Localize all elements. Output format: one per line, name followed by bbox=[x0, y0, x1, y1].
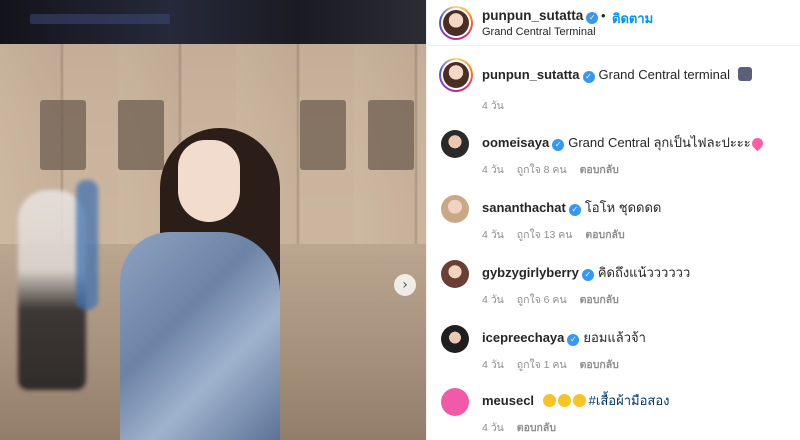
reply-button[interactable]: ตอบกลับ bbox=[580, 164, 619, 176]
terminal-window bbox=[40, 100, 86, 170]
follow-button[interactable]: ติดตาม bbox=[612, 8, 653, 29]
heart-eyes-icon bbox=[542, 393, 587, 408]
comment-likes[interactable]: ถูกใจ 1 คน bbox=[517, 359, 567, 371]
comment-text: Grand Central ลุกเป็นไฟละปะะะ bbox=[568, 135, 751, 150]
comment-meta: 4 วัน ตอบกลับ bbox=[482, 419, 566, 436]
comment-time: 4 วัน bbox=[482, 229, 504, 241]
comment-username[interactable]: sananthachat bbox=[482, 200, 566, 215]
verified-icon: ✓ bbox=[552, 139, 565, 151]
avatar[interactable] bbox=[441, 325, 469, 353]
comment-meta: 4 วัน ถูกใจ 6 คน ตอบกลับ bbox=[482, 291, 629, 308]
comment-meta: 4 วัน ถูกใจ 8 คน ตอบกลับ bbox=[482, 161, 629, 178]
verified-icon: ✓ bbox=[582, 71, 595, 83]
comment-text: โอโห ชุดดดด bbox=[584, 200, 662, 215]
avatar[interactable] bbox=[441, 388, 469, 416]
verified-icon: ✓ bbox=[567, 334, 580, 346]
terminal-window bbox=[118, 100, 164, 170]
comment-text: คิดถึงแน้วววววว bbox=[597, 265, 691, 280]
avatar[interactable] bbox=[439, 58, 473, 92]
comment-likes[interactable]: ถูกใจ 6 คน bbox=[517, 294, 567, 306]
comment-likes[interactable]: ถูกใจ 8 คน bbox=[517, 164, 567, 176]
reply-button[interactable]: ตอบกลับ bbox=[580, 294, 619, 306]
chevron-right-icon[interactable]: › bbox=[394, 274, 416, 296]
caption-meta: 4 วัน bbox=[482, 97, 514, 114]
comment-text: ยอมแล้วจ้า bbox=[583, 330, 646, 345]
departure-board bbox=[0, 0, 426, 44]
caption-line: punpun_sutatta ✓ Grand Central terminal bbox=[482, 67, 752, 83]
header-username[interactable]: punpun_sutatta ✓ bbox=[482, 8, 599, 24]
reply-button[interactable]: ตอบกลับ bbox=[585, 229, 624, 241]
comment-time: 4 วัน bbox=[482, 422, 504, 434]
comment-username[interactable]: oomeisaya bbox=[482, 135, 549, 150]
post-photo: › bbox=[0, 0, 426, 440]
avatar[interactable] bbox=[441, 130, 469, 158]
comment-time: 4 วัน bbox=[482, 164, 504, 176]
separator: • bbox=[601, 8, 606, 23]
post-header: punpun_sutatta ✓ • ติดตาม Grand Central T… bbox=[427, 0, 800, 46]
train-icon bbox=[737, 67, 752, 81]
background-person bbox=[76, 180, 98, 310]
comment-line: sananthachat ✓ โอโห ชุดดดด bbox=[482, 197, 661, 218]
comment-time: 4 วัน bbox=[482, 294, 504, 306]
comment-line: icepreechaya ✓ ยอมแล้วจ้า bbox=[482, 327, 646, 348]
comments-panel: punpun_sutatta ✓ • ติดตาม Grand Central T… bbox=[426, 0, 800, 440]
verified-icon: ✓ bbox=[581, 269, 594, 281]
comment-line: oomeisaya ✓ Grand Central ลุกเป็นไฟละปะะะ bbox=[482, 132, 766, 153]
avatar[interactable] bbox=[441, 195, 469, 223]
comment-username[interactable]: meusecl bbox=[482, 393, 534, 408]
terminal-window bbox=[300, 100, 346, 170]
reply-button[interactable]: ตอบกลับ bbox=[580, 359, 619, 371]
caption-time: 4 วัน bbox=[482, 100, 504, 112]
comment-meta: 4 วัน ถูกใจ 13 คน ตอบกลับ bbox=[482, 226, 635, 243]
comment-username[interactable]: icepreechaya bbox=[482, 330, 564, 345]
subject-shirt bbox=[120, 232, 280, 440]
caption-text: Grand Central terminal bbox=[598, 67, 731, 82]
avatar[interactable] bbox=[441, 260, 469, 288]
comment-likes[interactable]: ถูกใจ 13 คน bbox=[517, 229, 573, 241]
avatar[interactable] bbox=[439, 6, 473, 40]
two-hearts-icon bbox=[749, 135, 766, 152]
comment-time: 4 วัน bbox=[482, 359, 504, 371]
comment-line: gybzygirlyberry ✓ คิดถึงแน้วววววว bbox=[482, 262, 690, 283]
subject-face bbox=[178, 140, 240, 222]
hashtag-link[interactable]: #เสื้อผ้ามือสอง bbox=[589, 393, 670, 408]
caption-username[interactable]: punpun_sutatta bbox=[482, 67, 580, 82]
verified-icon: ✓ bbox=[586, 12, 599, 24]
location-link[interactable]: Grand Central Terminal bbox=[482, 26, 596, 38]
reply-button[interactable]: ตอบกลับ bbox=[517, 422, 556, 434]
verified-icon: ✓ bbox=[568, 204, 581, 216]
comment-username[interactable]: gybzygirlyberry bbox=[482, 265, 579, 280]
terminal-window bbox=[368, 100, 414, 170]
comment-meta: 4 วัน ถูกใจ 1 คน ตอบกลับ bbox=[482, 356, 629, 373]
comment-line: meusecl #เสื้อผ้ามือสอง bbox=[482, 390, 669, 411]
